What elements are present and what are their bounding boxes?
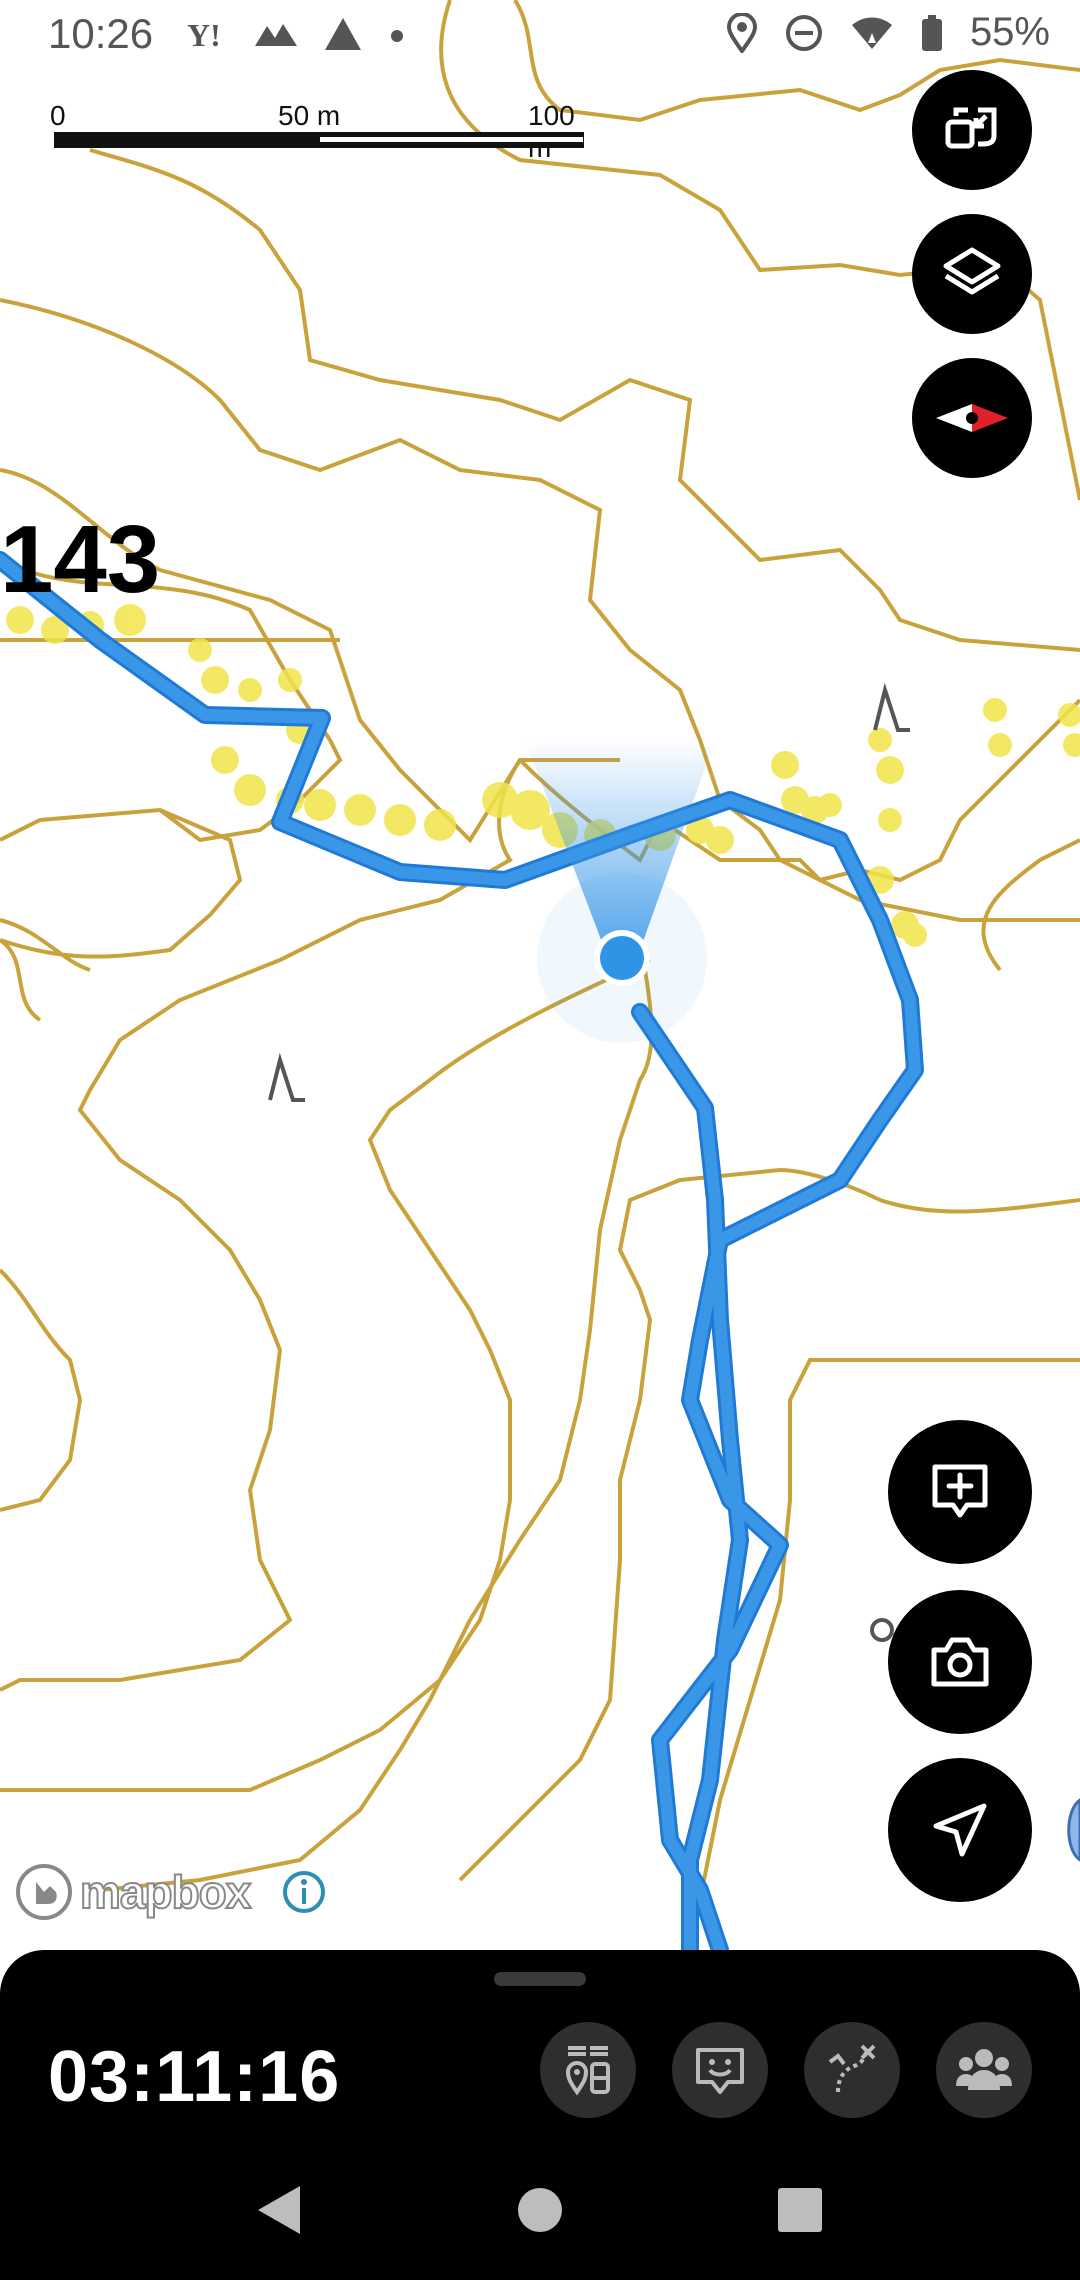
edge-marker (1067, 1798, 1080, 1862)
compass-icon (936, 404, 1008, 432)
waypoints-button[interactable] (540, 2022, 636, 2118)
group-button[interactable] (936, 2022, 1032, 2118)
add-note-button[interactable] (888, 1420, 1032, 1564)
tent-icon (325, 18, 361, 50)
attribution-info-icon[interactable] (282, 1870, 326, 1914)
dot-icon (391, 30, 403, 42)
recents-icon[interactable] (772, 2182, 828, 2238)
status-time: 10:26 (48, 10, 154, 57)
resize-button[interactable] (912, 70, 1032, 190)
status-bar: 10:26 Y! 55% (0, 0, 1080, 80)
mapbox-wordmark: mapbox (79, 1865, 252, 1919)
notification-icons: Y! (185, 14, 407, 54)
mountains-icon (255, 24, 297, 46)
svg-text:Y!: Y! (187, 17, 221, 53)
poi-marker (870, 1618, 894, 1642)
battery-percent: 55% (969, 10, 1050, 54)
topo-map[interactable] (0, 0, 1080, 2280)
compass-button[interactable] (912, 358, 1032, 478)
sheet-drag-handle[interactable] (494, 1972, 586, 1986)
camera-icon (931, 1637, 989, 1687)
back-icon[interactable] (250, 2180, 310, 2240)
resize-icon (945, 107, 997, 149)
layers-icon (943, 247, 1001, 295)
waypoints-icon (565, 2046, 610, 2096)
system-icons: 55% (726, 10, 1050, 55)
route-button[interactable] (804, 2022, 900, 2118)
wifi-icon (851, 17, 892, 49)
battery-icon (921, 14, 942, 51)
home-icon[interactable] (510, 2180, 570, 2240)
recording-timer: 03:11:16 (48, 2037, 341, 2117)
navigate-icon (933, 1803, 987, 1857)
face-icon (696, 2048, 744, 2094)
system-nav-bar (0, 2150, 1080, 2280)
route-icon (828, 2044, 876, 2093)
scale-bar: 0 50 m 100 m (50, 100, 590, 163)
dnd-icon (785, 14, 822, 51)
mapbox-logo-icon (16, 1864, 72, 1920)
scale-label-mid: 50 m (278, 100, 341, 131)
scale-label-zero: 0 (50, 100, 66, 131)
yahoo-icon: Y! (187, 17, 221, 53)
mapbox-logo: mapbox (14, 1862, 252, 1922)
face-button[interactable] (672, 2022, 768, 2118)
layers-button[interactable] (912, 214, 1032, 334)
group-icon (956, 2049, 1012, 2090)
location-icon (726, 12, 757, 53)
elevation-label: 143 (0, 506, 161, 613)
add-note-icon (932, 1464, 988, 1518)
navigate-button[interactable] (888, 1758, 1032, 1902)
location-dot (600, 936, 644, 980)
scale-bar-graphic (54, 132, 584, 148)
camera-button[interactable] (888, 1590, 1032, 1734)
